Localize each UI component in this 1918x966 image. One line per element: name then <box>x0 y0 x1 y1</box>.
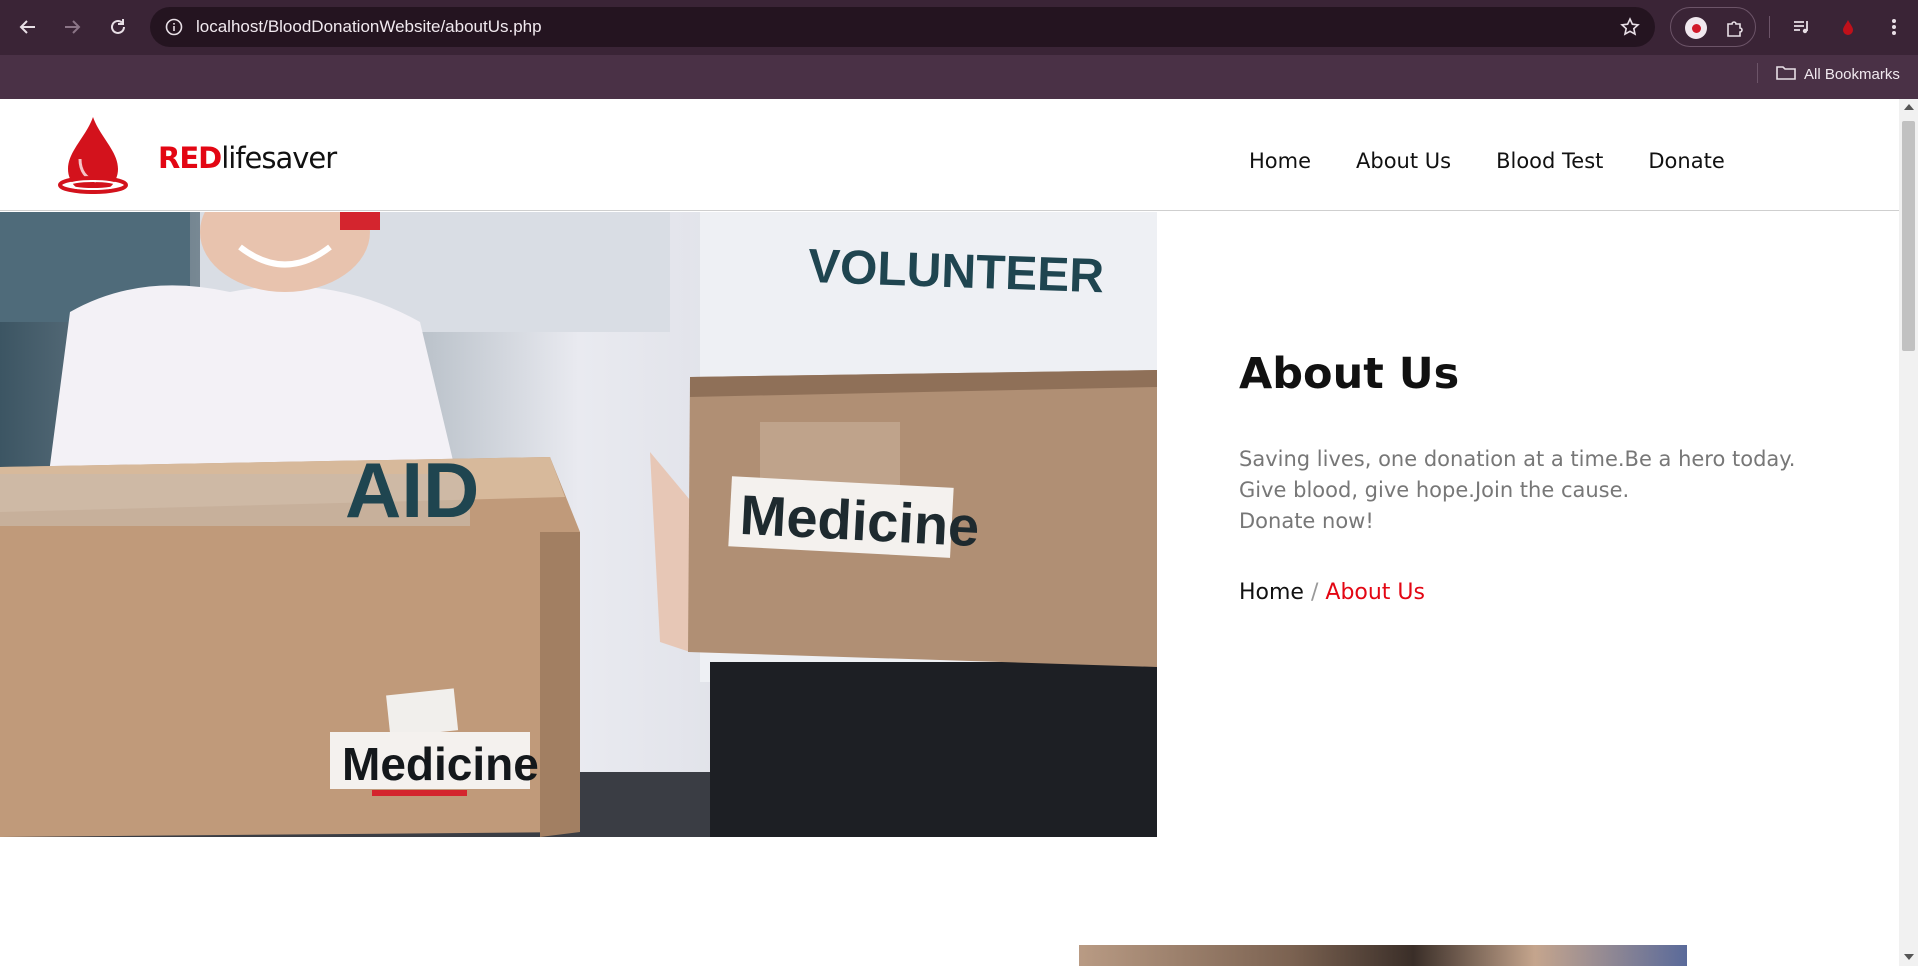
medicine-label-right: Medicine <box>728 476 981 558</box>
red-drop-icon[interactable] <box>1834 13 1862 41</box>
nav-blood-test[interactable]: Blood Test <box>1496 149 1603 173</box>
extensions-pill <box>1670 7 1756 47</box>
scroll-down-arrow-icon[interactable] <box>1904 954 1914 960</box>
breadcrumb-current: About Us <box>1325 580 1425 605</box>
nav-about-us[interactable]: About Us <box>1356 149 1451 173</box>
brand-primary: RED <box>158 141 222 175</box>
aid-label: AID <box>345 446 479 534</box>
star-icon[interactable] <box>1619 16 1641 38</box>
page-viewport: REDlifesaver Home About Us Blood Test Do… <box>0 99 1899 966</box>
main-nav: Home About Us Blood Test Donate <box>1249 149 1725 173</box>
reload-icon[interactable] <box>104 13 132 41</box>
brand-name[interactable]: REDlifesaver <box>158 141 337 175</box>
back-arrow-icon[interactable] <box>14 13 42 41</box>
description-line: Donate now! <box>1239 509 1374 533</box>
address-bar[interactable]: localhost/BloodDonationWebsite/aboutUs.p… <box>150 7 1655 47</box>
scroll-up-arrow-icon[interactable] <box>1904 104 1914 110</box>
page-title: About Us <box>1239 349 1460 399</box>
nav-donate[interactable]: Donate <box>1648 149 1724 173</box>
breadcrumb-home[interactable]: Home <box>1239 580 1304 605</box>
bookmarks-divider <box>1757 63 1758 83</box>
info-icon[interactable] <box>164 17 184 37</box>
svg-text:Medicine: Medicine <box>738 483 981 558</box>
description-line: Give blood, give hope.Join the cause. <box>1239 478 1630 502</box>
kebab-menu-icon[interactable] <box>1880 13 1908 41</box>
folder-icon <box>1776 64 1796 84</box>
section-image <box>1079 945 1687 966</box>
forward-arrow-icon[interactable] <box>58 13 86 41</box>
browser-chrome: localhost/BloodDonationWebsite/aboutUs.p… <box>0 0 1918 99</box>
nav-home[interactable]: Home <box>1249 149 1311 173</box>
description-line: Saving lives, one donation at a time.Be … <box>1239 447 1796 471</box>
record-icon[interactable] <box>1685 17 1707 39</box>
brand-secondary: lifesaver <box>221 141 337 175</box>
media-queue-icon[interactable] <box>1788 13 1816 41</box>
url-text[interactable]: localhost/BloodDonationWebsite/aboutUs.p… <box>196 17 542 37</box>
breadcrumb: Home / About Us <box>1239 580 1425 605</box>
scroll-thumb[interactable] <box>1902 121 1915 351</box>
volunteer-shirt-text: VOLUNTEER <box>807 240 1105 303</box>
page-scrollbar[interactable] <box>1899 99 1918 966</box>
blood-drop-logo-icon[interactable] <box>58 115 128 197</box>
about-description: Saving lives, one donation at a time.Be … <box>1239 444 1819 537</box>
svg-text:Medicine: Medicine <box>342 738 539 790</box>
all-bookmarks-button[interactable]: All Bookmarks <box>1776 62 1900 86</box>
browser-toolbar: localhost/BloodDonationWebsite/aboutUs.p… <box>0 0 1918 55</box>
toolbar-divider <box>1769 16 1770 38</box>
breadcrumb-separator: / <box>1310 580 1319 605</box>
all-bookmarks-label: All Bookmarks <box>1804 65 1900 83</box>
puzzle-icon[interactable] <box>1723 16 1747 40</box>
site-header: REDlifesaver Home About Us Blood Test Do… <box>0 99 1899 211</box>
volunteers-photo: Medicine Medicine AID VOLUNTEER <box>0 212 1157 837</box>
